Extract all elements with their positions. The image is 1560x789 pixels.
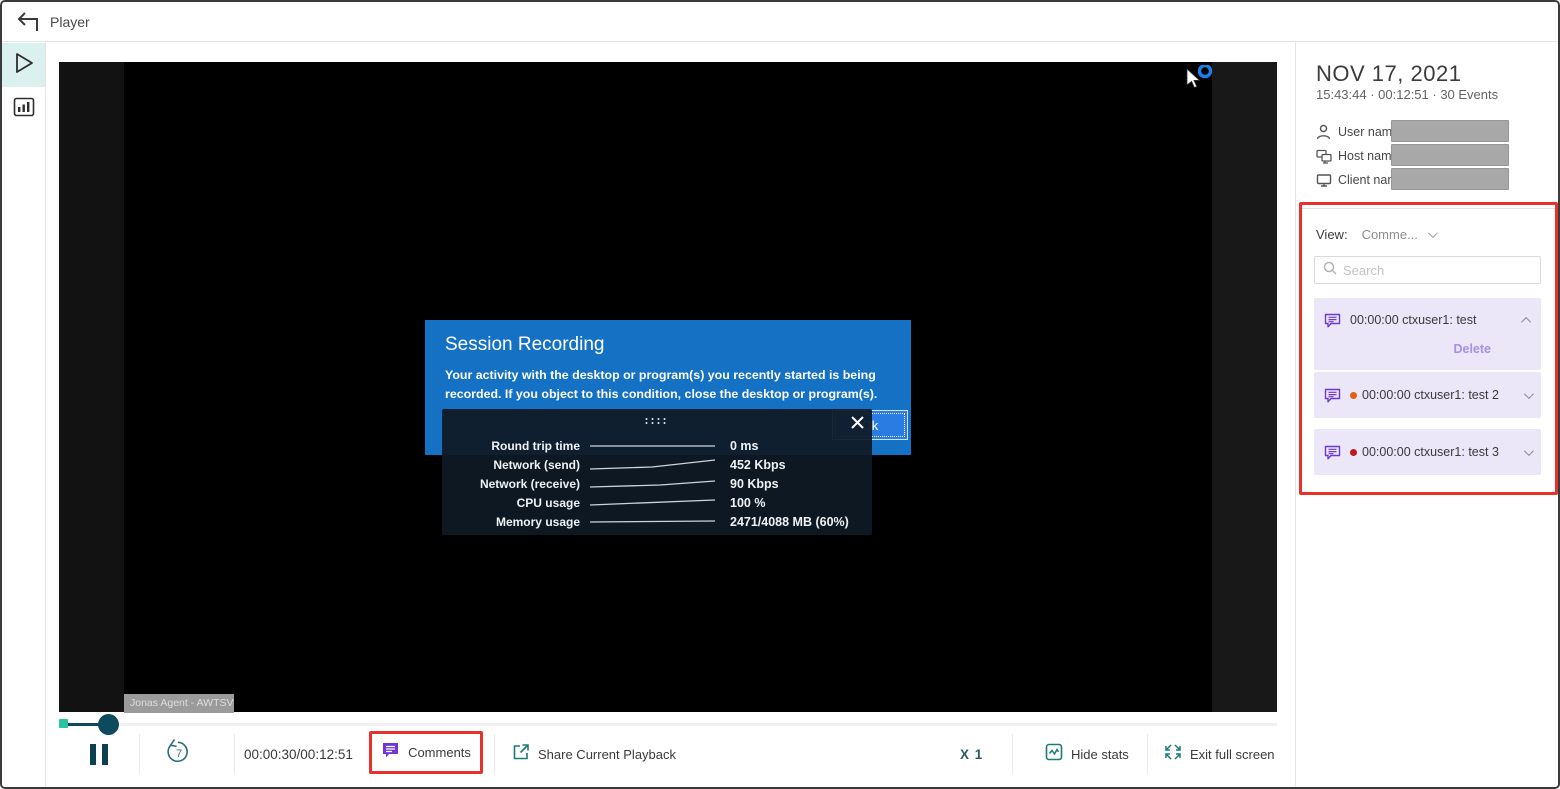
divider xyxy=(139,734,140,774)
pause-icon xyxy=(90,744,96,765)
seek-knob[interactable] xyxy=(98,714,119,735)
page-title: Player xyxy=(50,14,90,30)
playback-speed[interactable]: X 1 xyxy=(960,734,983,774)
stat-row-cpu: CPU usage 100 % xyxy=(442,493,872,512)
search-input[interactable] xyxy=(1343,263,1532,278)
stat-row-rtt: Round trip time 0 ms xyxy=(442,437,872,456)
video-left-region xyxy=(59,62,124,712)
comment-bubble-icon xyxy=(1324,445,1341,460)
comment-severity-dot xyxy=(1350,392,1357,399)
stats-waveform-icon xyxy=(1045,743,1063,766)
comment-1-actions: Delete xyxy=(1314,342,1541,368)
stat-row-net-send: Network (send) 452 Kbps xyxy=(442,456,872,475)
comments-icon xyxy=(381,742,400,764)
session-stats-overlay: Round trip time 0 ms Network (send) 452 … xyxy=(442,409,872,535)
view-label: View: xyxy=(1316,227,1348,242)
chevron-down-icon[interactable] xyxy=(1524,446,1534,456)
sparkline-memory xyxy=(590,515,715,529)
drag-handle-icon[interactable] xyxy=(646,418,669,424)
sparkline-net-receive xyxy=(590,477,715,491)
divider xyxy=(1147,734,1148,774)
comment-bubble-icon xyxy=(1324,313,1341,328)
comment-text: 00:00:00 ctxuser1: test xyxy=(1350,313,1524,327)
user-name-field: User name: xyxy=(1316,121,1403,143)
event-marker[interactable] xyxy=(59,719,68,728)
search-icon xyxy=(1323,261,1337,280)
dialog-title: Session Recording xyxy=(445,334,604,356)
session-details-panel: NOV 17, 2021 15:43:44 · 00:12:51 · 30 Ev… xyxy=(1295,43,1560,787)
share-icon xyxy=(512,743,530,766)
delete-comment-link[interactable]: Delete xyxy=(1453,342,1491,368)
stat-row-net-receive: Network (receive) 90 Kbps xyxy=(442,475,872,494)
comment-text: 00:00:00 ctxuser1: test 3 xyxy=(1362,445,1524,459)
sidebar-item-playback[interactable] xyxy=(2,43,45,87)
playback-controls-bar: 7 00:00:30/00:12:51 Comments xyxy=(59,734,1277,776)
comments-button[interactable]: Comments xyxy=(369,731,483,774)
dialog-body-text: Your activity with the desktop or progra… xyxy=(445,366,895,404)
host-name-field: Host name: xyxy=(1316,145,1402,167)
svg-text:7: 7 xyxy=(176,748,182,760)
stats-rows: Round trip time 0 ms Network (send) 452 … xyxy=(442,437,872,531)
play-icon xyxy=(13,51,35,80)
user-icon xyxy=(1316,124,1332,140)
sparkline-net-send xyxy=(590,458,715,472)
comment-2-header[interactable]: 00:00:00 ctxuser1: test 2 xyxy=(1314,372,1541,418)
playback-time: 00:00:30/00:12:51 xyxy=(244,734,353,774)
host-icon xyxy=(1316,149,1332,164)
client-monitor-icon xyxy=(1316,173,1332,188)
comment-bubble-icon xyxy=(1324,388,1341,403)
sidebar-item-statistics[interactable] xyxy=(2,87,45,131)
bar-chart-window-icon xyxy=(13,97,35,122)
comment-3-header[interactable]: 00:00:00 ctxuser1: test 3 xyxy=(1314,429,1541,475)
user-name-redacted-value xyxy=(1391,120,1509,142)
session-meta: 15:43:44 · 00:12:51 · 30 Events xyxy=(1316,87,1498,102)
hide-stats-button[interactable]: Hide stats xyxy=(1045,734,1129,774)
host-name-redacted-value xyxy=(1391,144,1509,166)
divider xyxy=(234,734,235,774)
comment-severity-dot xyxy=(1350,449,1357,456)
seek-track[interactable] xyxy=(59,723,1277,726)
share-current-playback-button[interactable]: Share Current Playback xyxy=(512,734,676,774)
exit-fullscreen-icon xyxy=(1164,743,1182,766)
comment-item-1: 00:00:00 ctxuser1: test Delete xyxy=(1314,298,1541,370)
sparkline-cpu xyxy=(590,496,715,510)
comment-item-3: 00:00:00 ctxuser1: test 3 xyxy=(1314,429,1541,475)
sparkline-rtt xyxy=(590,439,715,453)
pause-button[interactable] xyxy=(90,734,114,774)
back-button[interactable] xyxy=(14,11,40,33)
stat-row-memory: Memory usage 2471/4088 MB (60%) xyxy=(442,512,872,531)
comment-1-header[interactable]: 00:00:00 ctxuser1: test xyxy=(1314,298,1541,342)
video-right-region xyxy=(1212,62,1277,712)
top-bar: Player xyxy=(2,2,1560,42)
session-date: NOV 17, 2021 xyxy=(1316,61,1461,87)
left-sidebar xyxy=(2,43,46,787)
exit-full-screen-button[interactable]: Exit full screen xyxy=(1164,734,1275,774)
rewind-7-button[interactable]: 7 xyxy=(164,734,192,774)
comment-item-2: 00:00:00 ctxuser1: test 2 xyxy=(1314,372,1541,418)
close-icon[interactable] xyxy=(848,413,866,431)
view-selected-value: Comme... xyxy=(1362,227,1418,242)
comment-text: 00:00:00 ctxuser1: test 2 xyxy=(1362,388,1524,402)
chevron-down-icon[interactable] xyxy=(1524,389,1534,399)
rewind-7-icon: 7 xyxy=(164,738,192,771)
chevron-down-icon xyxy=(1428,228,1438,238)
mouse-cursor-with-busy-ring xyxy=(1185,65,1213,94)
divider xyxy=(1012,734,1013,774)
client-name-redacted-value xyxy=(1391,168,1509,190)
seek-bar[interactable] xyxy=(59,716,1277,734)
panel-divider xyxy=(1302,208,1556,209)
session-recording-player-window: Player Session xyxy=(0,0,1560,789)
view-dropdown[interactable]: View: Comme... xyxy=(1316,227,1435,242)
divider xyxy=(494,734,495,774)
video-viewport: Session Recording Your activity with the… xyxy=(59,62,1277,712)
search-box[interactable] xyxy=(1314,256,1541,284)
recorded-taskbar-item: Jonas Agent - AWTSVD... xyxy=(124,694,234,713)
